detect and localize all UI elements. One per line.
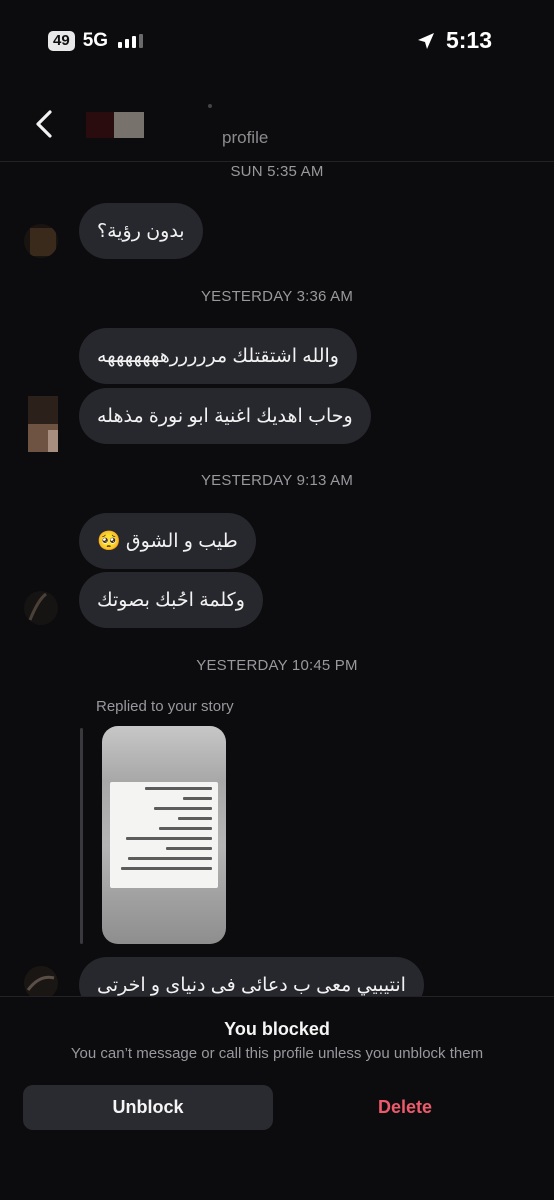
sender-avatar[interactable]	[24, 396, 58, 456]
message-bubble[interactable]: بدون رؤية؟	[79, 203, 203, 259]
profile-name-redacted	[208, 104, 212, 108]
chat-header: profile	[0, 96, 554, 162]
story-text-card	[110, 782, 218, 888]
unblock-button[interactable]: Unblock	[23, 1085, 273, 1130]
location-arrow-icon	[417, 32, 434, 49]
sender-avatar[interactable]	[24, 966, 58, 998]
network-type: 5G	[82, 30, 109, 51]
reply-indicator-bar	[80, 728, 83, 944]
sender-avatar[interactable]	[24, 590, 58, 626]
timestamp: YESTERDAY 10:45 PM	[196, 657, 358, 674]
profile-avatar[interactable]	[86, 112, 146, 138]
status-bar: 49 5G 5:13	[0, 0, 554, 82]
message-bubble[interactable]: وحاب اهديك اغنية ابو نورة مذهله	[79, 388, 371, 444]
message-bubble[interactable]: والله اشتقتلك مرررررهههههههه	[79, 328, 357, 384]
blocked-panel: You blocked You can’t message or call th…	[0, 996, 554, 1200]
view-profile-link[interactable]: profile	[222, 128, 268, 148]
story-reply-label: Replied to your story	[96, 698, 234, 715]
timestamp: YESTERDAY 3:36 AM	[200, 288, 354, 305]
timestamp: YESTERDAY 9:13 AM	[200, 472, 354, 489]
blocked-subtitle: You can’t message or call this profile u…	[70, 1045, 484, 1062]
blocked-title: You blocked	[224, 1019, 330, 1039]
message-bubble[interactable]: وكلمة احُبك بصوتك	[79, 572, 263, 628]
signal-bars-icon	[118, 34, 144, 48]
sender-avatar[interactable]	[24, 224, 58, 258]
status-left: 49 5G	[48, 30, 144, 52]
message-bubble[interactable]: طيب و الشوق 🥺	[79, 513, 256, 569]
battery-indicator: 49	[48, 31, 75, 51]
delete-button[interactable]: Delete	[282, 1085, 528, 1130]
story-thumbnail[interactable]	[102, 726, 226, 944]
status-right: 5:13	[416, 27, 492, 54]
clock: 5:13	[445, 27, 492, 53]
back-chevron-icon[interactable]	[30, 106, 60, 142]
timestamp: SUN 5:35 AM	[230, 163, 324, 180]
